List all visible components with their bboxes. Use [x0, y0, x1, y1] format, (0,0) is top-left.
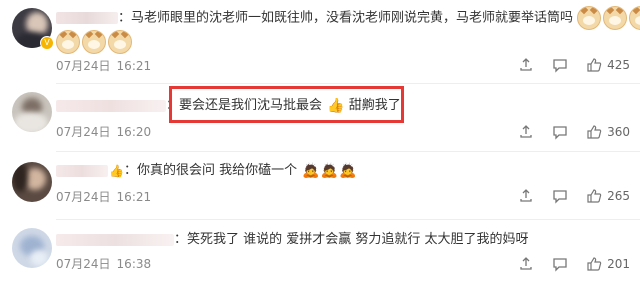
avatar[interactable]	[12, 92, 52, 132]
username[interactable]	[56, 164, 108, 177]
thumb-up-icon[interactable]	[586, 256, 602, 272]
thumb-up-icon[interactable]	[586, 124, 602, 140]
share-icon[interactable]	[518, 57, 534, 73]
comment-text: ：	[123, 163, 137, 178]
thumbs-up-emoji-icon: 👍	[109, 163, 124, 178]
username[interactable]	[56, 233, 174, 246]
comment-text: ：	[174, 232, 188, 247]
cat-emoji-icon	[82, 30, 106, 54]
cat-emoji-icon	[603, 6, 628, 30]
like-count: 360	[607, 125, 630, 139]
cat-emoji-icon	[56, 30, 80, 54]
thumb-up-icon[interactable]	[586, 57, 602, 73]
comment-icon[interactable]	[552, 256, 568, 272]
like-count: 425	[607, 58, 630, 72]
kowtow-emoji-icon: 🙇	[339, 162, 357, 179]
comment-date: 07月24日	[56, 125, 111, 139]
comment-icon[interactable]	[552, 57, 568, 73]
username[interactable]	[56, 12, 118, 24]
comment-text: 你真的很会问 我给你磕一个	[136, 163, 298, 178]
avatar[interactable]	[12, 162, 52, 202]
cat-emoji-icon	[108, 30, 132, 54]
kowtow-emoji-icon: 🙇	[302, 162, 320, 179]
share-icon[interactable]	[518, 124, 534, 140]
comment-date: 07月24日	[56, 59, 111, 73]
comment-icon[interactable]	[552, 124, 568, 140]
like-count: 201	[607, 257, 630, 271]
comment-date: 07月24日	[56, 257, 111, 271]
comment-text: 马老师眼里的沈老师一如既往帅，没看沈老师刚说完黄，马老师就要举话筒吗	[131, 10, 574, 26]
comment-item: 👍：你真的很会问 我给你磕一个 🙇🙇🙇 07月24日 16:21 265	[0, 152, 640, 220]
comment-icon[interactable]	[552, 188, 568, 204]
share-icon[interactable]	[518, 256, 534, 272]
avatar[interactable]	[12, 228, 52, 268]
username[interactable]	[56, 99, 166, 112]
comment-item: ：笑死我了 谁说的 爱拼才会赢 努力追就行 太大胆了我的妈呀 07月24日 16:…	[0, 220, 640, 289]
comment-time: 16:21	[116, 59, 152, 73]
comment-text: ：	[118, 10, 132, 26]
like-count: 265	[607, 189, 630, 203]
comment-time: 16:21	[116, 190, 152, 204]
comment-item: V ：马老师眼里的沈老师一如既往帅，没看沈老师刚说完黄，马老师就要举话筒吗 07…	[0, 0, 640, 84]
comment-text: 笑死我了 谁说的 爱拼才会赢 努力追就行 太大胆了我的妈呀	[187, 232, 529, 247]
comment-date: 07月24日	[56, 190, 111, 204]
comment-time: 16:20	[116, 125, 152, 139]
comment-time: 16:38	[116, 257, 152, 271]
share-icon[interactable]	[518, 188, 534, 204]
cat-emoji-icon	[629, 6, 640, 30]
thumb-up-icon[interactable]	[586, 188, 602, 204]
highlight-box	[169, 86, 404, 123]
vip-badge-icon: V	[40, 36, 54, 50]
kowtow-emoji-icon: 🙇	[320, 162, 339, 179]
cat-emoji-icon	[577, 6, 602, 30]
